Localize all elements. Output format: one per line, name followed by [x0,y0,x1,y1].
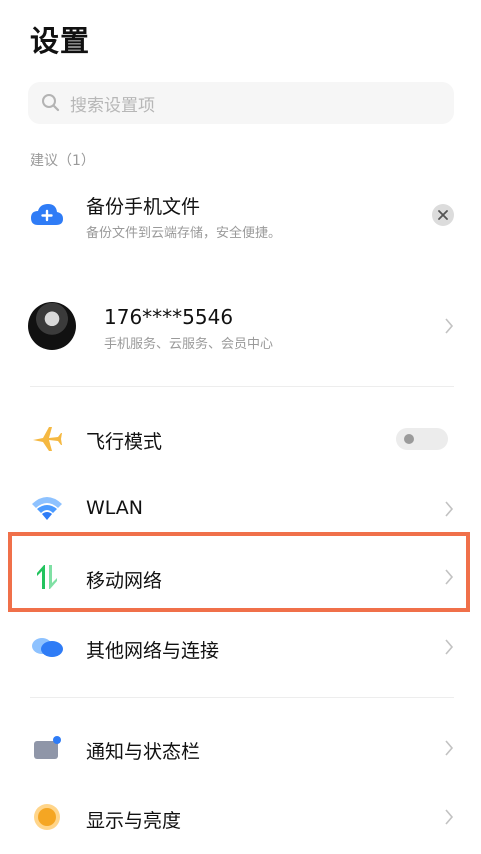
page-title: 设置 [30,24,91,58]
search-bar[interactable]: 搜索设置项 [28,82,454,124]
suggestions-label: 建议（1） [30,153,95,169]
cloud-plus-icon [30,198,64,232]
account-subtitle: 手机服务、云服务、会员中心 [104,337,274,352]
search-placeholder: 搜索设置项 [70,95,155,116]
airplane-toggle[interactable] [396,428,448,450]
chevron-right-icon [445,809,454,825]
cloud-link-icon [30,630,64,664]
divider [30,386,454,387]
chevron-right-icon [445,501,454,517]
close-icon [438,210,448,220]
chevron-right-icon [445,318,454,334]
settings-item-label: 飞行模式 [86,431,163,453]
search-icon [40,92,62,114]
settings-item-label: WLAN [86,497,144,519]
suggestion-subtitle: 备份文件到云端存储，安全便捷。 [86,226,282,241]
airplane-icon [30,422,64,456]
highlight-box [8,532,470,612]
wifi-icon [30,492,64,526]
settings-item-label: 通知与状态栏 [86,741,201,763]
account-phone: 176****5546 [104,305,234,329]
dismiss-suggestion-button[interactable] [432,204,454,226]
settings-item-label: 显示与亮度 [86,810,182,832]
notification-icon [30,731,64,765]
suggestion-title: 备份手机文件 [86,196,201,218]
chevron-right-icon [445,639,454,655]
divider [30,697,454,698]
chevron-right-icon [445,740,454,756]
brightness-icon [30,800,64,834]
toggle-knob [404,434,414,444]
settings-item-label: 其他网络与连接 [86,640,220,662]
avatar [28,302,76,350]
